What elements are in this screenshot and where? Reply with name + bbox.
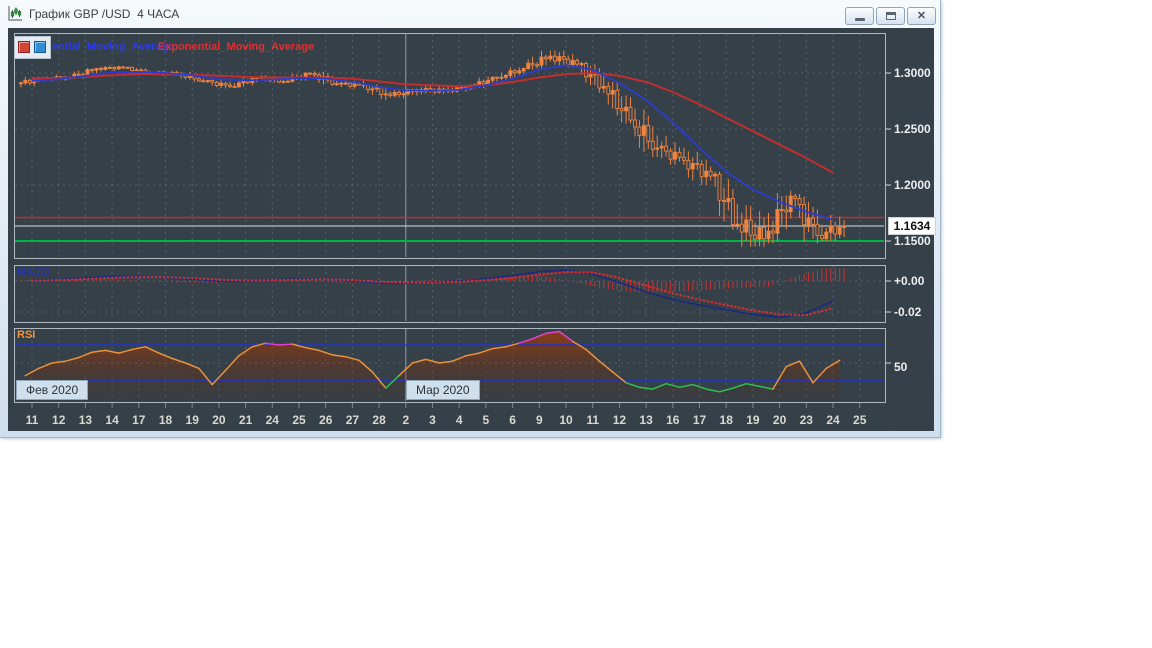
close-button[interactable]: ✕ [907, 7, 936, 25]
titlebar[interactable]: График GBP /USD 4 ЧАСА [0, 0, 940, 28]
rsi-pane-label: RSI [17, 329, 36, 341]
chart-client-area: 11 12 13 14 17 18 19 20 21 24 25 26 27 28 2 3 4 5 6 9 10 11 12… [8, 28, 936, 431]
month-label-mar: Мар 2020 [406, 380, 480, 400]
macd-pane-label: MACD [17, 266, 50, 278]
restore-icon [886, 12, 896, 20]
rsi-tick-label: 50 [894, 360, 908, 374]
window-title: График GBP /USD 4 ЧАСА [29, 7, 180, 21]
x-tick-label: 23 [800, 413, 814, 427]
x-tick-label: 5 [483, 413, 490, 427]
x-tick-label: 27 [346, 413, 360, 427]
price-tick-label: 1.2000 [894, 178, 931, 192]
price-tick-label: 1.1500 [894, 234, 931, 248]
x-tick-label: 24 [266, 413, 280, 427]
x-tick-label: 16 [666, 413, 680, 427]
price-tick-label: 1.3000 [894, 66, 931, 80]
x-tick-label: 12 [613, 413, 627, 427]
x-tick-label: 28 [372, 413, 386, 427]
x-tick-label: 17 [693, 413, 707, 427]
x-tick-label: 20 [773, 413, 787, 427]
x-tick-label: 3 [429, 413, 436, 427]
x-tick-label: 4 [456, 413, 463, 427]
x-tick-label: 6 [509, 413, 516, 427]
chart-window: График GBP /USD 4 ЧАСА ✕ 11 12 13 14 17 18 19 2… [0, 0, 941, 438]
x-tick-label: 17 [132, 413, 146, 427]
x-tick-label: 11 [586, 413, 599, 427]
x-tick-label: 13 [639, 413, 653, 427]
x-tick-label: 25 [853, 413, 867, 427]
current-price-badge: 1.1634 [888, 217, 936, 235]
close-icon: ✕ [916, 10, 927, 22]
x-tick-label: 19 [746, 413, 760, 427]
macd-histogram [20, 268, 845, 293]
x-tick-label: 20 [212, 413, 226, 427]
red-indicator-button[interactable] [18, 41, 30, 53]
x-tick-label: 18 [720, 413, 734, 427]
x-tick-label: 26 [319, 413, 333, 427]
legend-ema-fast: ential_Moving_Average [52, 41, 175, 53]
x-tick-label: 2 [402, 413, 409, 427]
macd-tick-label: +0.00 [894, 274, 925, 288]
x-tick-label: 14 [105, 413, 119, 427]
x-tick-label: 24 [826, 413, 840, 427]
indicator-buttons-panel [14, 36, 51, 59]
x-tick-label: 10 [559, 413, 573, 427]
chart-svg[interactable]: 11 12 13 14 17 18 19 20 21 24 25 26 27 28 2 3 4 5 6 9 10 11 12… [8, 28, 934, 431]
blue-indicator-button[interactable] [34, 41, 46, 53]
ema-slow-line [31, 71, 834, 174]
minimize-icon [855, 18, 865, 21]
x-tick-label: 11 [26, 413, 39, 427]
x-tick-label: 25 [292, 413, 306, 427]
macd-tick-label: -0.02 [894, 305, 922, 319]
minimize-button[interactable] [845, 7, 874, 25]
restore-button[interactable] [876, 7, 905, 25]
price-tick-label: 1.2500 [894, 122, 931, 136]
x-tick-label: 21 [239, 413, 253, 427]
x-tick-label: 19 [186, 413, 200, 427]
x-tick-label: 13 [79, 413, 93, 427]
app-candlestick-icon [8, 6, 22, 21]
x-tick-label: 12 [52, 413, 66, 427]
x-tick-label: 9 [536, 413, 543, 427]
x-tick-label: 18 [159, 413, 173, 427]
legend-ema-slow: Exponential_Moving_Average [158, 41, 315, 53]
month-label-feb: Фев 2020 [16, 380, 89, 400]
